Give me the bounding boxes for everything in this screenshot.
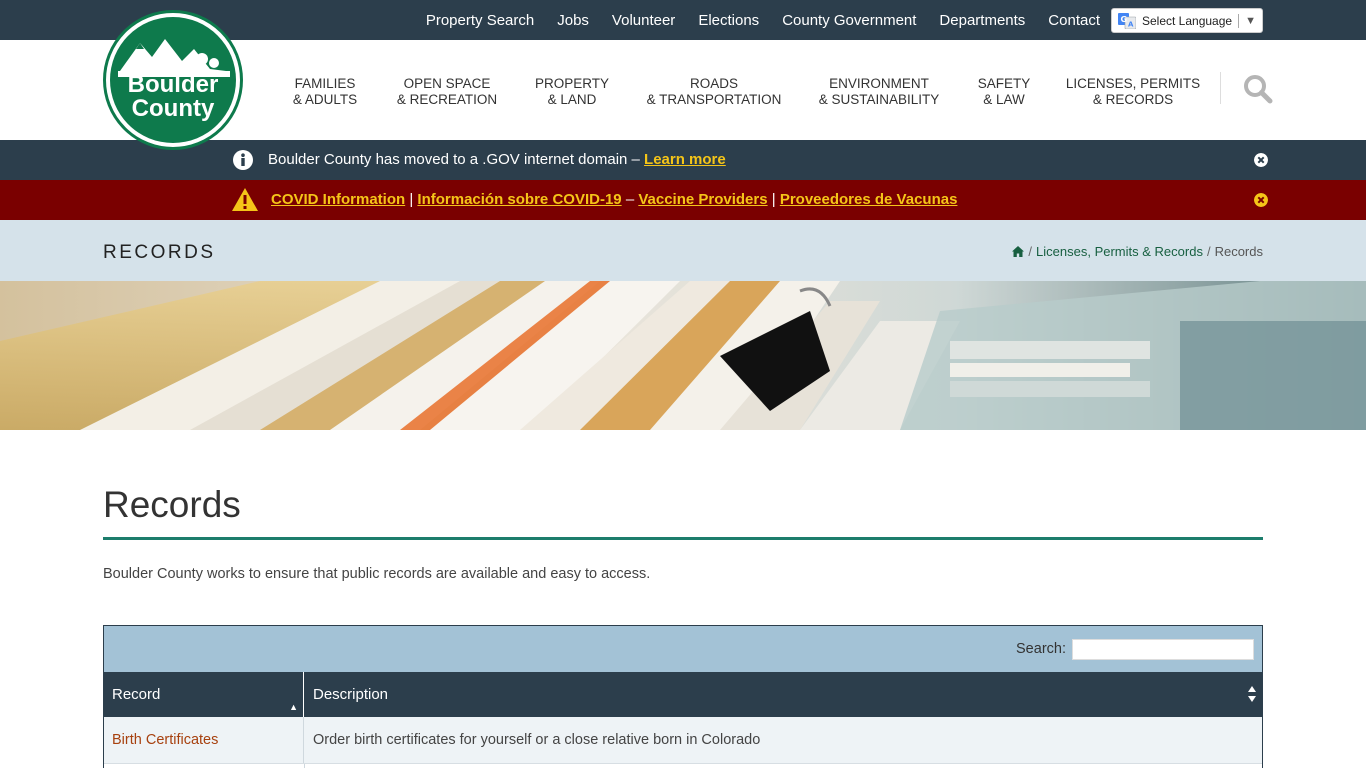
- close-icon[interactable]: [1254, 193, 1268, 207]
- menu-families-adults[interactable]: Families & Adults: [293, 76, 357, 108]
- table-header: Record ▲ Description: [104, 672, 1262, 717]
- svg-text:G: G: [1121, 15, 1128, 24]
- home-icon[interactable]: [1012, 246, 1025, 257]
- table-search-label: Search:: [1016, 641, 1066, 657]
- chevron-down-icon: ▼: [1245, 14, 1256, 27]
- record-description: Order birth certificates for yourself or…: [313, 732, 761, 748]
- svg-text:A: A: [1128, 20, 1134, 28]
- close-icon[interactable]: [1254, 153, 1268, 167]
- nav-property-search[interactable]: Property Search: [426, 12, 534, 29]
- menu-licenses-permits-records[interactable]: Licenses, Permits & Records: [1066, 76, 1200, 108]
- covid-information-link[interactable]: COVID Information: [271, 191, 405, 208]
- column-header-record[interactable]: Record ▲: [104, 672, 304, 717]
- warning-triangle-icon: [232, 188, 258, 211]
- title-underline: [103, 537, 1263, 540]
- logo-text-county: County: [131, 95, 215, 122]
- hero-illustration: [0, 281, 1366, 430]
- learn-more-link[interactable]: Learn more: [644, 151, 726, 168]
- nav-volunteer[interactable]: Volunteer: [612, 12, 675, 29]
- covid-alert-message: COVID Information | Información sobre CO…: [271, 191, 958, 208]
- nav-contact[interactable]: Contact: [1048, 12, 1100, 29]
- menu-roads-transportation[interactable]: Roads & Transportation: [647, 76, 782, 108]
- column-header-description[interactable]: Description: [305, 672, 1262, 717]
- domain-alert-banner: Boulder County has moved to a .GOV inter…: [0, 140, 1366, 180]
- info-circle-icon: [233, 150, 253, 170]
- sort-both-icon: [1248, 686, 1256, 702]
- menu-safety-law[interactable]: Safety & Law: [978, 76, 1031, 108]
- proveedores-vacunas-link[interactable]: Proveedores de Vacunas: [780, 191, 958, 208]
- menu-environment-sustainability[interactable]: Environment & Sustainability: [819, 76, 940, 108]
- section-title: RECORDS: [103, 242, 216, 263]
- hero-image-files: [0, 281, 1366, 430]
- boulder-county-logo[interactable]: Boulder County: [103, 10, 243, 150]
- nav-elections[interactable]: Elections: [698, 12, 759, 29]
- nav-departments[interactable]: Departments: [939, 12, 1025, 29]
- nav-divider: [1220, 72, 1221, 104]
- covid-alert-banner: COVID Information | Información sobre CO…: [0, 180, 1366, 220]
- menu-property-land[interactable]: Property & Land: [535, 76, 609, 108]
- utility-nav: Property Search Jobs Volunteer Elections…: [403, 0, 1100, 40]
- google-translate-icon: G A: [1118, 12, 1136, 29]
- intro-text: Boulder County works to ensure that publ…: [103, 566, 651, 582]
- covid-informacion-link[interactable]: Información sobre COVID-19: [417, 191, 621, 208]
- table-row: Birth Certificates Order birth certifica…: [104, 717, 1262, 763]
- vaccine-providers-link[interactable]: Vaccine Providers: [638, 191, 767, 208]
- page-title: Records: [103, 484, 241, 525]
- records-table: Search: Record ▲ Description Birth Certi…: [103, 625, 1263, 768]
- logo-text-boulder: Boulder: [127, 71, 219, 98]
- breadcrumb: / Licenses, Permits & Records / Records: [1012, 244, 1263, 259]
- language-divider: [1238, 13, 1240, 28]
- language-label: Select Language: [1142, 13, 1233, 28]
- menu-open-space-recreation[interactable]: Open Space & Recreation: [397, 76, 497, 108]
- table-search-bar: Search:: [104, 626, 1262, 672]
- table-row: [104, 763, 1262, 768]
- search-icon[interactable]: [1243, 74, 1273, 104]
- nav-county-government[interactable]: County Government: [782, 12, 916, 29]
- language-select[interactable]: G A Select Language ▼: [1111, 8, 1263, 33]
- nav-jobs[interactable]: Jobs: [557, 12, 589, 29]
- record-link-birth-certificates[interactable]: Birth Certificates: [112, 732, 218, 748]
- breadcrumb-parent-link[interactable]: Licenses, Permits & Records: [1036, 244, 1203, 259]
- breadcrumb-current: Records: [1214, 244, 1263, 259]
- domain-alert-message: Boulder County has moved to a .GOV inter…: [268, 151, 726, 168]
- table-search-input[interactable]: [1072, 639, 1254, 660]
- page-title-band: RECORDS / Licenses, Permits & Records / …: [0, 220, 1366, 281]
